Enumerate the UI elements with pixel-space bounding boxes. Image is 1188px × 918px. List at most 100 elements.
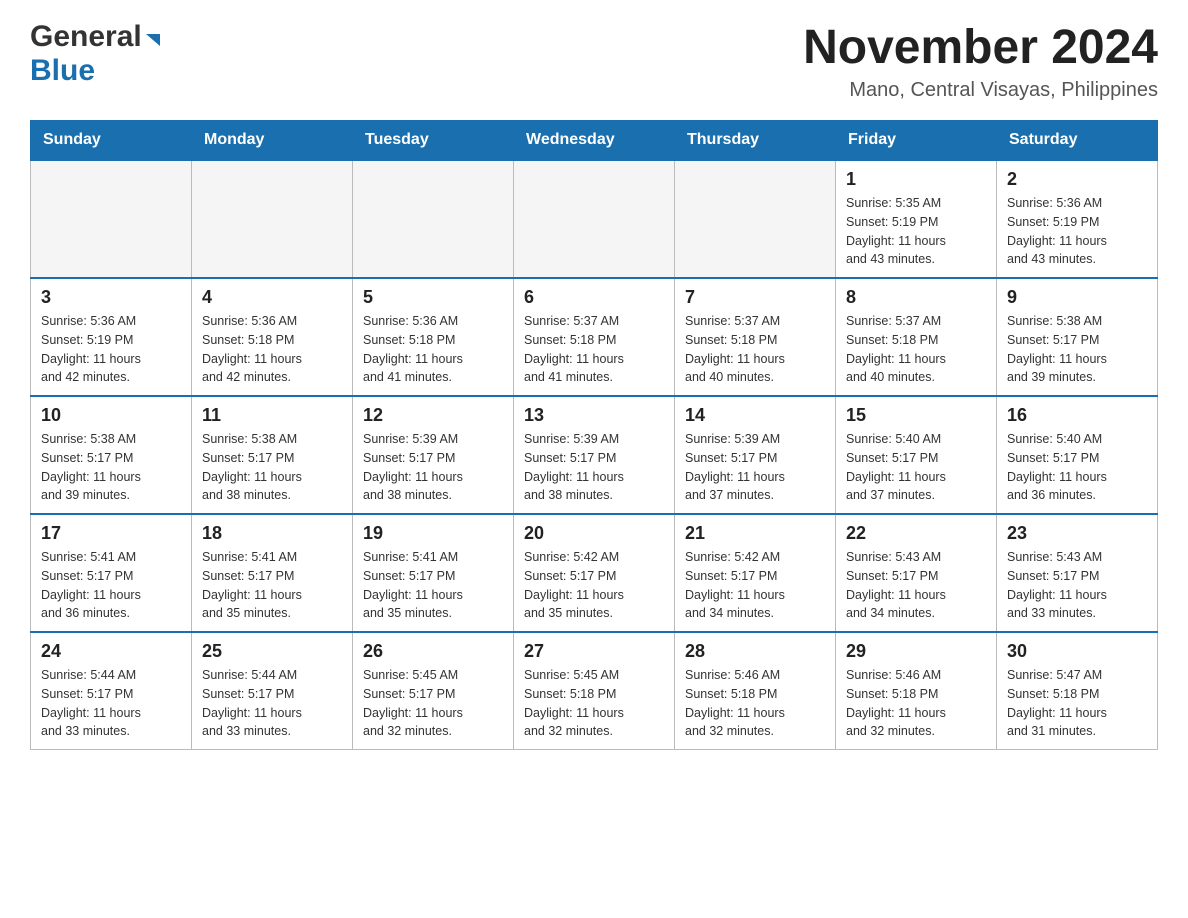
day-number: 19 (363, 523, 503, 544)
day-number: 7 (685, 287, 825, 308)
day-info: Sunrise: 5:36 AM Sunset: 5:19 PM Dayligh… (41, 312, 181, 387)
calendar-cell: 9 Sunrise: 5:38 AM Sunset: 5:17 PM Daylig… (997, 278, 1158, 396)
calendar-cell (192, 160, 353, 278)
day-number: 20 (524, 523, 664, 544)
calendar-week-row: 1 Sunrise: 5:35 AM Sunset: 5:19 PM Daylig… (31, 160, 1158, 278)
day-info: Sunrise: 5:45 AM Sunset: 5:18 PM Dayligh… (524, 666, 664, 741)
day-number: 12 (363, 405, 503, 426)
calendar-cell: 28Sunrise: 5:46 AM Sunset: 5:18 PM Dayli… (675, 632, 836, 750)
calendar-cell: 8Sunrise: 5:37 AM Sunset: 5:18 PM Daylig… (836, 278, 997, 396)
calendar-cell: 17Sunrise: 5:41 AM Sunset: 5:17 PM Dayli… (31, 514, 192, 632)
day-number: 15 (846, 405, 986, 426)
calendar-cell: 20 Sunrise: 5:42 AM Sunset: 5:17 PM Dayli… (514, 514, 675, 632)
calendar-cell: 26 Sunrise: 5:45 AM Sunset: 5:17 PM Dayli… (353, 632, 514, 750)
day-info: Sunrise: 5:40 AM Sunset: 5:17 PM Dayligh… (1007, 430, 1147, 505)
calendar-cell: 2 Sunrise: 5:36 AM Sunset: 5:19 PM Daylig… (997, 160, 1158, 278)
day-header-monday: Monday (192, 121, 353, 161)
day-number: 13 (524, 405, 664, 426)
main-title: November 2024 (803, 20, 1158, 75)
title-section: November 2024 Mano, Central Visayas, Phi… (803, 20, 1158, 102)
calendar-header-row: SundayMondayTuesdayWednesdayThursdayFrid… (31, 121, 1158, 161)
day-info: Sunrise: 5:43 AM Sunset: 5:17 PM Dayligh… (1007, 548, 1147, 623)
day-number: 14 (685, 405, 825, 426)
day-info: Sunrise: 5:39 AM Sunset: 5:17 PM Dayligh… (524, 430, 664, 505)
calendar-cell: 3 Sunrise: 5:36 AM Sunset: 5:19 PM Daylig… (31, 278, 192, 396)
day-info: Sunrise: 5:36 AM Sunset: 5:18 PM Dayligh… (202, 312, 342, 387)
day-info: Sunrise: 5:45 AM Sunset: 5:17 PM Dayligh… (363, 666, 503, 741)
day-number: 17 (41, 523, 181, 544)
day-info: Sunrise: 5:36 AM Sunset: 5:19 PM Dayligh… (1007, 194, 1147, 269)
calendar-cell: 27Sunrise: 5:45 AM Sunset: 5:18 PM Dayli… (514, 632, 675, 750)
logo: General Blue (30, 20, 162, 88)
day-number: 3 (41, 287, 181, 308)
day-number: 18 (202, 523, 342, 544)
day-number: 11 (202, 405, 342, 426)
calendar-week-row: 24 Sunrise: 5:44 AM Sunset: 5:17 PM Dayli… (31, 632, 1158, 750)
day-header-friday: Friday (836, 121, 997, 161)
calendar-cell: 11 Sunrise: 5:38 AM Sunset: 5:17 PM Dayli… (192, 396, 353, 514)
logo-blue-text: Blue (30, 54, 95, 88)
day-info: Sunrise: 5:38 AM Sunset: 5:17 PM Dayligh… (202, 430, 342, 505)
day-number: 6 (524, 287, 664, 308)
day-info: Sunrise: 5:41 AM Sunset: 5:17 PM Dayligh… (202, 548, 342, 623)
day-header-sunday: Sunday (31, 121, 192, 161)
day-info: Sunrise: 5:39 AM Sunset: 5:17 PM Dayligh… (685, 430, 825, 505)
calendar-cell: 30 Sunrise: 5:47 AM Sunset: 5:18 PM Dayli… (997, 632, 1158, 750)
day-info: Sunrise: 5:44 AM Sunset: 5:17 PM Dayligh… (202, 666, 342, 741)
day-info: Sunrise: 5:47 AM Sunset: 5:18 PM Dayligh… (1007, 666, 1147, 741)
calendar-cell: 14 Sunrise: 5:39 AM Sunset: 5:17 PM Dayli… (675, 396, 836, 514)
day-info: Sunrise: 5:46 AM Sunset: 5:18 PM Dayligh… (685, 666, 825, 741)
day-number: 23 (1007, 523, 1147, 544)
day-info: Sunrise: 5:35 AM Sunset: 5:19 PM Dayligh… (846, 194, 986, 269)
day-number: 9 (1007, 287, 1147, 308)
day-info: Sunrise: 5:46 AM Sunset: 5:18 PM Dayligh… (846, 666, 986, 741)
calendar-cell: 12 Sunrise: 5:39 AM Sunset: 5:17 PM Dayli… (353, 396, 514, 514)
calendar-cell: 29Sunrise: 5:46 AM Sunset: 5:18 PM Dayli… (836, 632, 997, 750)
day-info: Sunrise: 5:38 AM Sunset: 5:17 PM Dayligh… (41, 430, 181, 505)
page-header: General Blue November 2024 Mano, Central… (30, 20, 1158, 102)
day-info: Sunrise: 5:37 AM Sunset: 5:18 PM Dayligh… (846, 312, 986, 387)
day-number: 16 (1007, 405, 1147, 426)
calendar-cell: 4 Sunrise: 5:36 AM Sunset: 5:18 PM Daylig… (192, 278, 353, 396)
calendar-cell: 5Sunrise: 5:36 AM Sunset: 5:18 PM Daylig… (353, 278, 514, 396)
logo-general-text: General (30, 20, 142, 54)
day-info: Sunrise: 5:42 AM Sunset: 5:17 PM Dayligh… (524, 548, 664, 623)
day-header-tuesday: Tuesday (353, 121, 514, 161)
day-number: 5 (363, 287, 503, 308)
calendar-cell: 18 Sunrise: 5:41 AM Sunset: 5:17 PM Dayli… (192, 514, 353, 632)
day-info: Sunrise: 5:38 AM Sunset: 5:17 PM Dayligh… (1007, 312, 1147, 387)
day-info: Sunrise: 5:37 AM Sunset: 5:18 PM Dayligh… (685, 312, 825, 387)
day-number: 24 (41, 641, 181, 662)
calendar-cell: 6 Sunrise: 5:37 AM Sunset: 5:18 PM Daylig… (514, 278, 675, 396)
calendar-cell: 10 Sunrise: 5:38 AM Sunset: 5:17 PM Dayli… (31, 396, 192, 514)
day-header-saturday: Saturday (997, 121, 1158, 161)
calendar-cell: 19 Sunrise: 5:41 AM Sunset: 5:17 PM Dayli… (353, 514, 514, 632)
calendar-cell: 23 Sunrise: 5:43 AM Sunset: 5:17 PM Dayli… (997, 514, 1158, 632)
calendar-week-row: 10 Sunrise: 5:38 AM Sunset: 5:17 PM Dayli… (31, 396, 1158, 514)
calendar-table: SundayMondayTuesdayWednesdayThursdayFrid… (30, 120, 1158, 750)
logo-triangle-icon (144, 30, 162, 48)
calendar-cell (353, 160, 514, 278)
day-info: Sunrise: 5:43 AM Sunset: 5:17 PM Dayligh… (846, 548, 986, 623)
day-number: 30 (1007, 641, 1147, 662)
calendar-cell (514, 160, 675, 278)
day-number: 2 (1007, 169, 1147, 190)
subtitle: Mano, Central Visayas, Philippines (803, 79, 1158, 102)
day-number: 22 (846, 523, 986, 544)
day-number: 10 (41, 405, 181, 426)
day-header-wednesday: Wednesday (514, 121, 675, 161)
calendar-cell: 15Sunrise: 5:40 AM Sunset: 5:17 PM Dayli… (836, 396, 997, 514)
day-info: Sunrise: 5:42 AM Sunset: 5:17 PM Dayligh… (685, 548, 825, 623)
day-info: Sunrise: 5:37 AM Sunset: 5:18 PM Dayligh… (524, 312, 664, 387)
day-number: 26 (363, 641, 503, 662)
calendar-cell: 21Sunrise: 5:42 AM Sunset: 5:17 PM Dayli… (675, 514, 836, 632)
day-number: 4 (202, 287, 342, 308)
day-info: Sunrise: 5:41 AM Sunset: 5:17 PM Dayligh… (363, 548, 503, 623)
day-number: 1 (846, 169, 986, 190)
calendar-cell: 7 Sunrise: 5:37 AM Sunset: 5:18 PM Daylig… (675, 278, 836, 396)
calendar-cell: 1 Sunrise: 5:35 AM Sunset: 5:19 PM Daylig… (836, 160, 997, 278)
calendar-cell: 25 Sunrise: 5:44 AM Sunset: 5:17 PM Dayli… (192, 632, 353, 750)
day-info: Sunrise: 5:39 AM Sunset: 5:17 PM Dayligh… (363, 430, 503, 505)
day-number: 25 (202, 641, 342, 662)
calendar-cell: 16 Sunrise: 5:40 AM Sunset: 5:17 PM Dayli… (997, 396, 1158, 514)
